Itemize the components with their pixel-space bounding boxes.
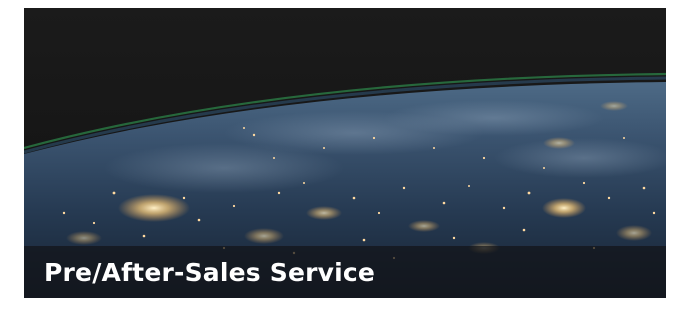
card-title[interactable]: Pre/After-Sales Service: [44, 258, 375, 287]
card-caption-bar: Pre/After-Sales Service: [24, 246, 666, 298]
service-card[interactable]: Pre/After-Sales Service: [24, 8, 666, 298]
